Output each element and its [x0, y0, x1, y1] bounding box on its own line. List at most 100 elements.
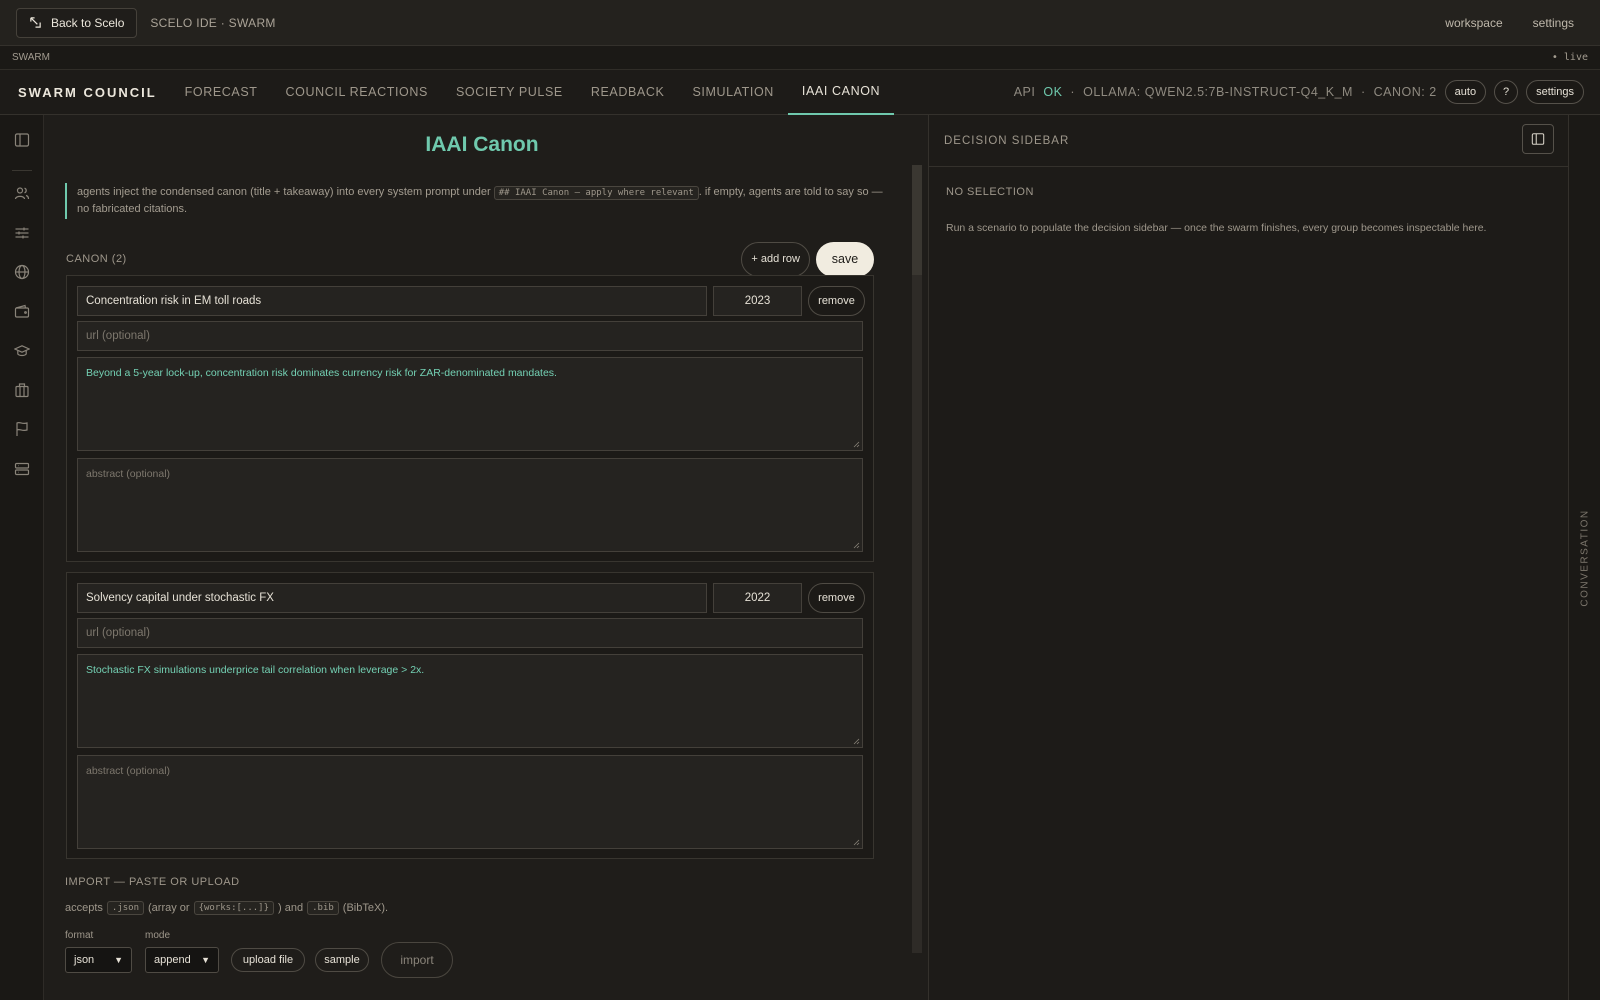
ollama-model: OLLAMA: QWEN2.5:7B-INSTRUCT-Q4_K_M: [1083, 85, 1353, 99]
api-label: API: [1013, 85, 1036, 99]
conversation-label[interactable]: CONVERSATION: [1579, 509, 1590, 606]
abstract-placeholder: abstract (optional): [86, 468, 171, 480]
sliders-icon[interactable]: [12, 223, 32, 243]
title-input[interactable]: Concentration risk in EM toll roads: [77, 286, 707, 316]
api-status: OK: [1043, 85, 1063, 99]
chevron-down-icon: ▼: [201, 955, 210, 965]
users-icon[interactable]: [12, 183, 32, 203]
format-label: format: [65, 930, 94, 941]
help-button[interactable]: ?: [1494, 80, 1519, 104]
database-icon[interactable]: [12, 459, 32, 479]
conversation-rail[interactable]: CONVERSATION: [1568, 115, 1600, 1000]
sample-button[interactable]: sample: [315, 948, 369, 972]
takeaway-text: Stochastic FX simulations underprice tai…: [86, 664, 425, 676]
format-code: .json: [106, 901, 145, 915]
resize-grip-icon[interactable]: [853, 839, 860, 846]
sidebar-title: DECISION SIDEBAR: [944, 134, 1070, 147]
canon-count: CANON: 2: [1373, 85, 1437, 99]
panel-toggle-icon: [1531, 133, 1545, 145]
page-title: IAAI Canon: [425, 133, 539, 156]
abstract-textarea[interactable]: abstract (optional): [77, 755, 863, 849]
tab-readback[interactable]: READBACK: [577, 70, 679, 115]
swarm-label: SWARM: [12, 52, 50, 63]
abstract-textarea[interactable]: abstract (optional): [77, 458, 863, 552]
takeaway-textarea[interactable]: Beyond a 5-year lock-up, concentration r…: [77, 357, 863, 451]
tab-forecast[interactable]: FORECAST: [171, 70, 272, 115]
accepts-text: ) and: [278, 902, 304, 914]
status-separator: ·: [1070, 85, 1076, 99]
year-input[interactable]: 2023: [713, 286, 802, 316]
status-area: API OK · OLLAMA: QWEN2.5:7B-INSTRUCT-Q4_…: [1014, 80, 1584, 104]
sidebar-message: Run a scenario to populate the decision …: [946, 222, 1487, 234]
title-input[interactable]: Solvency capital under stochastic FX: [77, 583, 707, 613]
status-separator: ·: [1360, 85, 1366, 99]
sidebar-toggle-icon[interactable]: [12, 130, 32, 150]
canon-note: agents inject the condensed canon (title…: [65, 183, 885, 219]
scrollbar-thumb[interactable]: [912, 165, 922, 275]
tab-council-reactions[interactable]: COUNCIL REACTIONS: [272, 70, 442, 115]
add-row-button[interactable]: + add row: [741, 241, 810, 277]
scrollbar[interactable]: [912, 165, 922, 953]
format-value: json: [74, 954, 95, 966]
import-button[interactable]: import: [381, 942, 453, 978]
resize-grip-icon[interactable]: [853, 441, 860, 448]
remove-button[interactable]: remove: [808, 583, 865, 613]
arrow-back-icon: [30, 17, 41, 28]
settings-link[interactable]: settings: [1533, 16, 1574, 30]
upload-file-button[interactable]: upload file: [231, 948, 305, 972]
app-title: SCELO IDE · SWARM: [150, 15, 276, 30]
note-code: ## IAAI Canon — apply where relevant: [493, 186, 699, 200]
format-select[interactable]: json ▼: [65, 947, 132, 973]
left-rail: [0, 115, 44, 1000]
flag-icon[interactable]: [12, 419, 32, 439]
sidebar-collapse-button[interactable]: [1522, 124, 1554, 154]
resize-grip-icon[interactable]: [853, 542, 860, 549]
sidebar-header: DECISION SIDEBAR: [929, 115, 1569, 167]
top-bar: Back to Scelo SCELO IDE · SWARM workspac…: [0, 0, 1600, 46]
accepts-text: (BibTeX).: [342, 902, 389, 914]
canon-header: CANON (2) + add row save: [66, 241, 874, 277]
workspace-link[interactable]: workspace: [1445, 16, 1502, 30]
format-code: .bib: [307, 901, 339, 915]
takeaway-textarea[interactable]: Stochastic FX simulations underprice tai…: [77, 654, 863, 748]
takeaway-text: Beyond a 5-year lock-up, concentration r…: [86, 367, 557, 379]
canon-row: Solvency capital under stochastic FX 202…: [66, 572, 874, 859]
decision-sidebar: DECISION SIDEBAR NO SELECTION Run a scen…: [928, 115, 1569, 1000]
briefcase-icon[interactable]: [12, 380, 32, 400]
url-input[interactable]: url (optional): [77, 618, 863, 648]
mode-label: mode: [145, 930, 171, 941]
tab-simulation[interactable]: SIMULATION: [678, 70, 787, 115]
graduation-cap-icon[interactable]: [12, 341, 32, 361]
save-button[interactable]: save: [816, 241, 874, 277]
canon-panel: IAAI Canon agents inject the condensed c…: [44, 115, 928, 1000]
nav-settings-button[interactable]: settings: [1526, 80, 1584, 104]
canon-count-label: CANON (2): [66, 253, 127, 265]
tab-iaai-canon[interactable]: IAAI CANON: [787, 70, 895, 115]
chevron-down-icon: ▼: [114, 955, 123, 965]
accepts-text: accepts: [65, 902, 103, 914]
import-accepts: accepts .json (array or {works:[...]} ) …: [65, 901, 388, 915]
brand: SWARM COUNCIL: [18, 84, 157, 100]
swarm-strip: SWARM • live: [0, 46, 1600, 70]
mode-value: append: [154, 954, 191, 966]
resize-grip-icon[interactable]: [853, 738, 860, 745]
tab-list: FORECAST COUNCIL REACTIONS SOCIETY PULSE…: [171, 70, 895, 115]
format-code: {works:[...]}: [193, 901, 275, 915]
nav-bar: SWARM COUNCIL FORECAST COUNCIL REACTIONS…: [0, 70, 1600, 115]
no-selection-label: NO SELECTION: [946, 186, 1034, 198]
remove-button[interactable]: remove: [808, 286, 865, 316]
live-indicator: • live: [1551, 52, 1588, 63]
tab-society-pulse[interactable]: SOCIETY PULSE: [442, 70, 577, 115]
year-input[interactable]: 2022: [713, 583, 802, 613]
back-to-scelo-button[interactable]: Back to Scelo: [16, 7, 138, 38]
mode-select[interactable]: append ▼: [145, 947, 219, 973]
note-text: . if empty, agents are told to say so —: [698, 186, 883, 198]
wallet-icon[interactable]: [12, 301, 32, 321]
globe-icon[interactable]: [12, 262, 32, 282]
import-title: IMPORT — PASTE OR UPLOAD: [65, 876, 240, 888]
auto-button[interactable]: auto: [1444, 80, 1487, 104]
note-text: no fabricated citations.: [77, 203, 188, 215]
accepts-text: (array or: [148, 902, 190, 914]
url-input[interactable]: url (optional): [77, 321, 863, 351]
rail-divider: [12, 170, 32, 171]
